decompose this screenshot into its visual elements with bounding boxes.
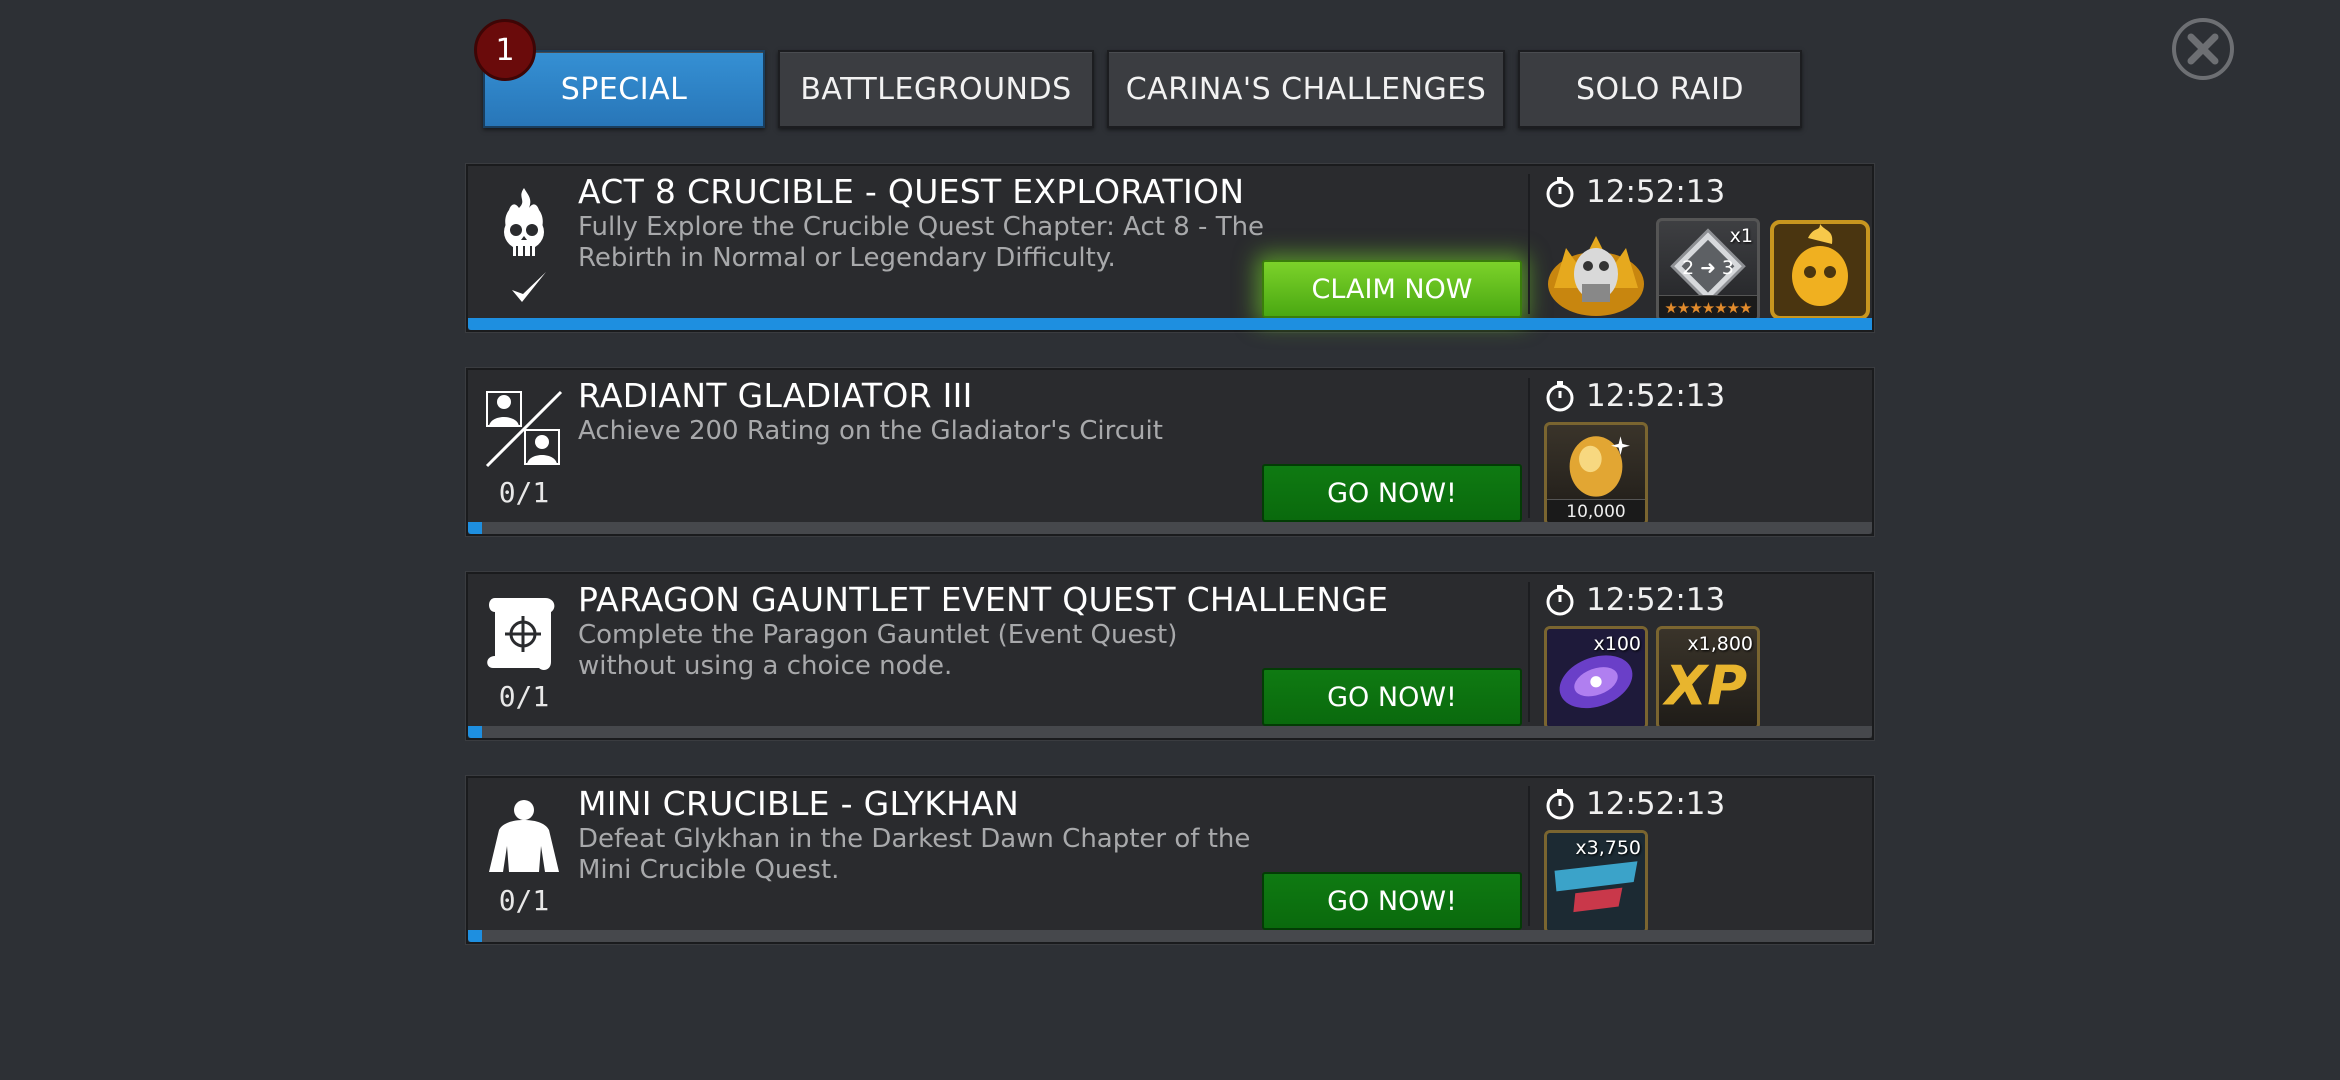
quest-rewards-panel: 12:52:13 10,000 [1530,370,1874,534]
quest-progress-bar [468,318,1872,330]
go-now-button[interactable]: GO NOW! [1262,668,1522,726]
quest-title: MINI CRUCIBLE - GLYKHAN [578,784,1020,823]
quest-progress-bar [468,726,1872,738]
galaxy-icon[interactable]: x100 [1544,626,1648,730]
tab-carinas-challenges[interactable]: CARINA'S CHALLENGES [1107,50,1505,128]
stopwatch-icon [1546,585,1574,616]
go-now-button[interactable]: GO NOW! [1262,872,1522,930]
timer-text: 12:52:13 [1586,378,1726,414]
claim-now-button[interactable]: CLAIM NOW [1262,260,1522,318]
quest-info: 0/1 MINI CRUCIBLE - GLYKHAN Defeat Glykh… [468,778,1528,942]
gladiator-duel-icon [478,384,570,474]
go-now-button[interactable]: GO NOW! [1262,464,1522,522]
quest-rewards-panel: 12:52:13 x100 XP x1,800 [1530,574,1874,738]
quest-description: Complete the Paragon Gauntlet (Event Que… [578,620,1178,681]
quest-timer: 12:52:13 [1544,174,1725,210]
reward-stars: ★★★★★★★ [1659,295,1757,319]
progress-count: 0/1 [498,680,550,713]
quest-rewards-panel: 12:52:13 2 ➜ 3 x1 ★★★★★★★ [1530,166,1874,330]
quest-progress-fill [468,522,483,534]
tab-battlegrounds[interactable]: BATTLEGROUNDS [778,50,1094,128]
quest-progress-fill [468,930,483,942]
quest-title: PARAGON GAUNTLET EVENT QUEST CHALLENGE [578,580,1389,619]
stopwatch-icon [1546,789,1574,820]
quest-progress-bar [468,930,1872,942]
quest-card: 0/1 RADIANT GLADIATOR III Achieve 200 Ra… [466,368,1874,536]
quest-progress-fill [468,318,1872,330]
reward-quantity: x1 [1729,225,1753,247]
scroll-target-icon [478,588,570,678]
quest-card: 0/1 MINI CRUCIBLE - GLYKHAN Defeat Glykh… [466,776,1874,944]
stopwatch-icon [1546,381,1574,412]
crystal-reward-icon[interactable] [1544,218,1648,322]
xp-icon[interactable]: XP x1,800 [1656,626,1760,730]
quest-rewards-panel: 12:52:13 x3,750 [1530,778,1874,942]
rank-up-gem-icon[interactable]: 2 ➜ 3 x1 ★★★★★★★ [1656,218,1760,322]
rank-up-text: 2 ➜ 3 [1682,258,1734,279]
stopwatch-icon [1546,177,1574,208]
reward-list: 2 ➜ 3 x1 ★★★★★★★ [1544,218,1872,322]
close-button[interactable] [2172,18,2234,80]
reward-list: x100 XP x1,800 [1544,626,1760,730]
flaming-skull-crystal-icon[interactable] [1768,218,1872,322]
quest-card: 0/1 PARAGON GAUNTLET EVENT QUEST CHALLEN… [466,572,1874,740]
quest-timer: 12:52:13 [1544,786,1725,822]
quest-info: 0/1 PARAGON GAUNTLET EVENT QUEST CHALLEN… [468,574,1528,738]
timer-text: 12:52:13 [1586,582,1726,618]
reward-quantity: x3,750 [1575,837,1641,859]
flaming-skull-icon [478,180,570,270]
quest-title: ACT 8 CRUCIBLE - QUEST EXPLORATION [578,172,1245,211]
quest-title: RADIANT GLADIATOR III [578,376,973,415]
quest-info: 0/1 RADIANT GLADIATOR III Achieve 200 Ra… [468,370,1528,534]
quest-card: ACT 8 CRUCIBLE - QUEST EXPLORATION Fully… [466,164,1874,332]
reward-quantity: x100 [1593,633,1641,655]
progress-count: 0/1 [498,884,550,917]
quest-description: Defeat Glykhan in the Darkest Dawn Chapt… [578,824,1251,885]
quest-description: Achieve 200 Rating on the Gladiator's Ci… [578,416,1163,446]
notification-badge: 1 [474,19,536,81]
summoners-fest-icon[interactable]: x3,750 [1544,830,1648,934]
checkmark-icon [512,272,546,302]
svg-text:XP: XP [1662,653,1747,717]
quest-screen: 1 SPECIAL BATTLEGROUNDS CARINA'S CHALLEN… [0,0,2340,1080]
timer-text: 12:52:13 [1586,174,1726,210]
reward-list: x3,750 [1544,830,1648,934]
quest-info: ACT 8 CRUCIBLE - QUEST EXPLORATION Fully… [468,166,1528,330]
hero-silhouette-icon [478,792,570,882]
tab-solo-raid[interactable]: SOLO RAID [1518,50,1802,128]
progress-count: 0/1 [498,476,550,509]
quest-progress-fill [468,726,483,738]
reward-quantity: x1,800 [1687,633,1753,655]
close-icon [2187,33,2219,65]
quest-description: Fully Explore the Crucible Quest Chapter… [578,212,1265,273]
quest-progress-bar [468,522,1872,534]
quest-timer: 12:52:13 [1544,378,1725,414]
timer-text: 12:52:13 [1586,786,1726,822]
reward-amount: 10,000 [1547,499,1645,523]
quest-timer: 12:52:13 [1544,582,1725,618]
reward-list: 10,000 [1544,422,1648,526]
gold-crystal-icon[interactable]: 10,000 [1544,422,1648,526]
